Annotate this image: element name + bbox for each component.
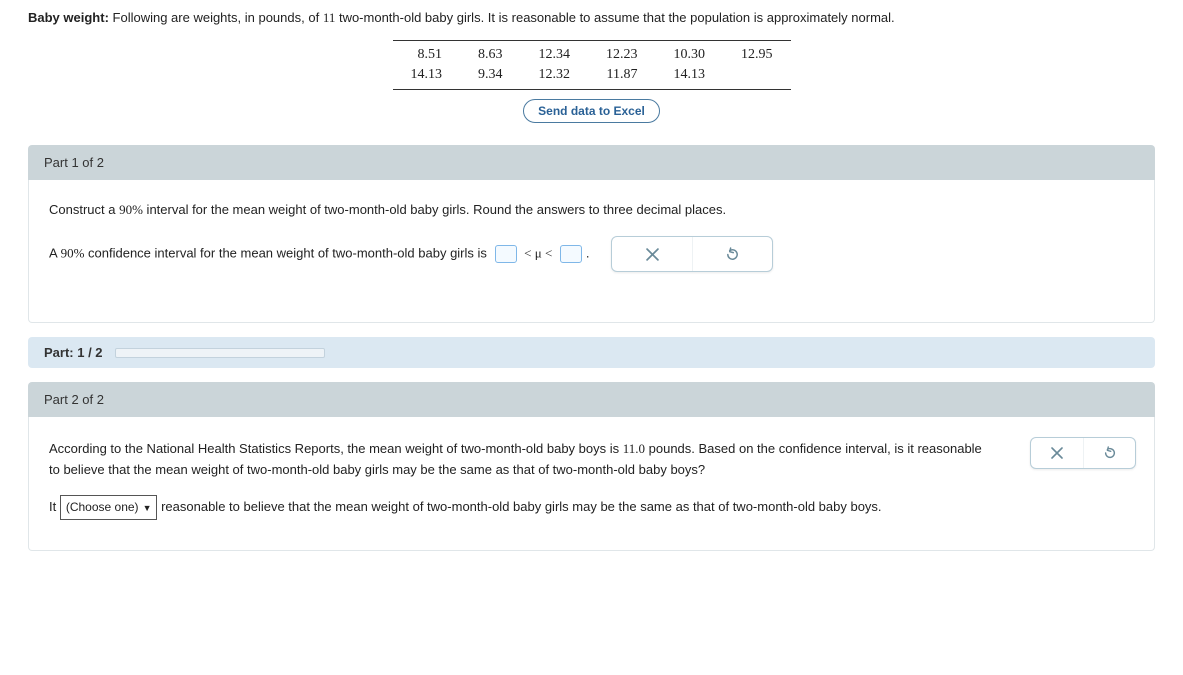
part2-question: According to the National Health Statist… xyxy=(49,439,989,481)
part2-controls xyxy=(1030,437,1136,469)
data-cell: 9.34 xyxy=(460,65,521,85)
part1-question: Construct a 90% interval for the mean we… xyxy=(49,202,1134,218)
data-cell: 11.87 xyxy=(588,65,656,85)
progress-track xyxy=(115,348,325,358)
part1-body: Construct a 90% interval for the mean we… xyxy=(28,180,1155,323)
part2-answer-line: It (Choose one)▼ reasonable to believe t… xyxy=(49,495,989,521)
part1-header: Part 1 of 2 xyxy=(28,145,1155,180)
upper-bound-input[interactable] xyxy=(560,245,582,263)
undo-icon xyxy=(1103,446,1117,460)
table-row: 8.51 8.63 12.34 12.23 10.30 12.95 xyxy=(393,45,791,65)
data-cell: 12.23 xyxy=(588,45,656,65)
data-cell: 14.13 xyxy=(393,65,461,85)
data-cell: 10.30 xyxy=(656,45,724,65)
intro-text-b: two-month-old baby girls. It is reasonab… xyxy=(335,10,894,25)
clear-button[interactable] xyxy=(1031,438,1083,468)
reset-button[interactable] xyxy=(692,237,772,271)
chevron-down-icon: ▼ xyxy=(143,503,152,513)
data-cell: 14.13 xyxy=(656,65,724,85)
intro-label: Baby weight: xyxy=(28,10,109,25)
data-cell: 8.63 xyxy=(460,45,521,65)
part2-header: Part 2 of 2 xyxy=(28,382,1155,417)
progress-row: Part: 1 / 2 xyxy=(28,337,1155,368)
progress-label: Part: 1 / 2 xyxy=(44,345,103,360)
problem-intro: Baby weight: Following are weights, in p… xyxy=(28,10,1155,26)
part1-answer-line: A 90% confidence interval for the mean w… xyxy=(49,236,1134,272)
data-cell: 12.34 xyxy=(521,45,589,65)
data-table: 8.51 8.63 12.34 12.23 10.30 12.95 14.13 … xyxy=(393,40,791,90)
reset-button[interactable] xyxy=(1083,438,1135,468)
data-cell: 12.32 xyxy=(521,65,589,85)
send-to-excel-button[interactable]: Send data to Excel xyxy=(523,99,660,123)
data-block: 8.51 8.63 12.34 12.23 10.30 12.95 14.13 … xyxy=(28,40,1155,123)
intro-count: 11 xyxy=(323,10,336,25)
table-row: 14.13 9.34 12.32 11.87 14.13 xyxy=(393,65,791,85)
data-cell: 12.95 xyxy=(723,45,791,65)
clear-button[interactable] xyxy=(612,237,692,271)
choose-one-select[interactable]: (Choose one)▼ xyxy=(60,495,158,521)
part2-body: According to the National Health Statist… xyxy=(28,417,1155,551)
undo-icon xyxy=(725,247,740,262)
x-icon xyxy=(646,248,659,261)
part1-controls xyxy=(611,236,773,272)
data-cell: 8.51 xyxy=(393,45,461,65)
x-icon xyxy=(1051,447,1063,459)
lower-bound-input[interactable] xyxy=(495,245,517,263)
data-cell xyxy=(723,65,791,85)
mu-relation: < μ < xyxy=(524,245,552,260)
intro-text-a: Following are weights, in pounds, of xyxy=(109,10,323,25)
